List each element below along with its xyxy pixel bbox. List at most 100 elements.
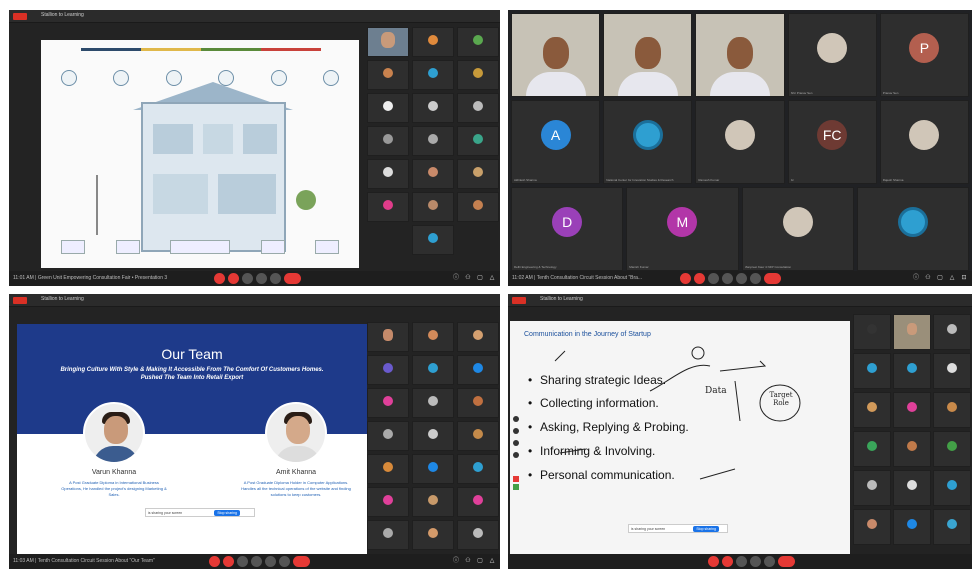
share-button[interactable] xyxy=(251,556,262,567)
participant-tile[interactable] xyxy=(367,322,409,352)
participant-tile[interactable] xyxy=(412,27,454,57)
pen-tool-icon[interactable] xyxy=(513,440,519,446)
participant-tile[interactable] xyxy=(893,470,931,506)
participant-tile[interactable]: Manpreet Kaur 4 NFP Consultation xyxy=(741,187,854,271)
participant-tile[interactable] xyxy=(457,454,499,484)
participant-tile[interactable] xyxy=(412,322,454,352)
mic-button[interactable] xyxy=(214,273,225,284)
participant-tile[interactable] xyxy=(933,470,971,506)
end-call-button[interactable] xyxy=(293,556,310,567)
raise-hand-button[interactable] xyxy=(265,556,276,567)
participant-tile[interactable] xyxy=(367,159,409,189)
end-call-button[interactable] xyxy=(284,273,301,284)
participant-tile[interactable] xyxy=(367,27,409,57)
participant-tile[interactable] xyxy=(412,192,454,222)
participant-tile[interactable] xyxy=(457,126,499,156)
participant-tile[interactable] xyxy=(853,353,891,389)
people-icon[interactable]: ⚇ xyxy=(924,274,932,282)
captions-button[interactable] xyxy=(708,273,719,284)
pen-tool-icon[interactable] xyxy=(513,452,519,458)
participant-tile[interactable] xyxy=(367,454,409,484)
share-button[interactable] xyxy=(242,273,253,284)
participant-tile[interactable] xyxy=(367,388,409,418)
end-call-button[interactable] xyxy=(764,273,781,284)
participant-tile[interactable] xyxy=(933,314,971,350)
activities-icon[interactable]: △ xyxy=(488,274,496,282)
participant-tile[interactable] xyxy=(367,126,409,156)
participant-tile[interactable] xyxy=(853,509,891,545)
participant-tile[interactable] xyxy=(412,421,454,451)
participant-tile[interactable] xyxy=(367,93,409,123)
participant-tile[interactable] xyxy=(856,187,969,271)
participant-tile[interactable] xyxy=(412,93,454,123)
camera-button[interactable] xyxy=(228,273,239,284)
participant-tile[interactable] xyxy=(893,431,931,467)
participant-tile[interactable] xyxy=(457,322,499,352)
reactions-button[interactable] xyxy=(256,273,267,284)
participant-tile[interactable] xyxy=(853,431,891,467)
participant-tile[interactable] xyxy=(933,431,971,467)
participant-tile[interactable] xyxy=(412,454,454,484)
participant-tile[interactable] xyxy=(893,509,931,545)
participant-tile[interactable] xyxy=(893,314,931,350)
chat-icon[interactable]: ▢ xyxy=(476,274,484,282)
mic-button[interactable] xyxy=(708,556,719,567)
info-icon[interactable]: ⓘ xyxy=(912,274,920,282)
lock-icon[interactable]: ⊡ xyxy=(960,274,968,282)
people-icon[interactable]: ⚇ xyxy=(464,274,472,282)
participant-tile[interactable] xyxy=(933,392,971,428)
color-swatch[interactable] xyxy=(513,484,519,490)
participant-tile[interactable] xyxy=(412,159,454,189)
participant-tile[interactable] xyxy=(367,60,409,90)
participant-tile[interactable]: Shri Pranav Sen xyxy=(787,13,877,97)
participant-tile[interactable]: FC Fc xyxy=(787,100,877,184)
participant-tile[interactable] xyxy=(457,388,499,418)
participant-tile[interactable] xyxy=(603,13,693,97)
info-icon[interactable]: ⓘ xyxy=(452,274,460,282)
end-call-button[interactable] xyxy=(778,556,795,567)
participant-tile[interactable] xyxy=(412,520,454,550)
participant-tile[interactable] xyxy=(457,355,499,385)
participant-tile[interactable] xyxy=(457,520,499,550)
participant-tile[interactable] xyxy=(457,192,499,222)
participant-tile[interactable] xyxy=(367,421,409,451)
chat-icon[interactable]: ▢ xyxy=(936,274,944,282)
share-button[interactable] xyxy=(750,556,761,567)
participant-tile[interactable] xyxy=(367,520,409,550)
chat-icon[interactable]: ▢ xyxy=(476,557,484,565)
participant-tile[interactable] xyxy=(933,509,971,545)
participant-tile[interactable] xyxy=(853,392,891,428)
participant-tile[interactable] xyxy=(853,470,891,506)
color-swatch[interactable] xyxy=(513,476,519,482)
participant-tile[interactable] xyxy=(412,126,454,156)
participant-tile[interactable] xyxy=(457,421,499,451)
participant-tile[interactable] xyxy=(412,225,454,255)
people-icon[interactable]: ⚇ xyxy=(464,557,472,565)
participant-tile[interactable] xyxy=(412,388,454,418)
captions-button[interactable] xyxy=(736,556,747,567)
camera-button[interactable] xyxy=(223,556,234,567)
pen-tool-icon[interactable] xyxy=(513,416,519,422)
mic-button[interactable] xyxy=(680,273,691,284)
more-button[interactable] xyxy=(279,556,290,567)
participant-tile[interactable] xyxy=(933,353,971,389)
camera-button[interactable] xyxy=(722,556,733,567)
participant-tile[interactable] xyxy=(893,392,931,428)
participant-tile[interactable]: Rajesh Sharma xyxy=(879,100,969,184)
participant-tile[interactable]: D Delhi Engineering & Technology xyxy=(511,187,624,271)
pen-tool-icon[interactable] xyxy=(513,428,519,434)
participant-tile[interactable] xyxy=(893,353,931,389)
participant-tile[interactable] xyxy=(367,487,409,517)
captions-button[interactable] xyxy=(237,556,248,567)
activities-icon[interactable]: △ xyxy=(948,274,956,282)
participant-tile[interactable] xyxy=(457,60,499,90)
participant-tile[interactable] xyxy=(412,60,454,90)
participant-tile[interactable]: National Center for Innovation Studies &… xyxy=(603,100,693,184)
raise-hand-button[interactable] xyxy=(736,273,747,284)
participant-tile[interactable] xyxy=(457,487,499,517)
participant-tile[interactable] xyxy=(511,13,601,97)
participant-tile[interactable] xyxy=(367,192,409,222)
participant-tile[interactable] xyxy=(695,13,785,97)
participant-tile[interactable] xyxy=(457,27,499,57)
participant-tile[interactable]: A Akhilesh Sharma xyxy=(511,100,601,184)
